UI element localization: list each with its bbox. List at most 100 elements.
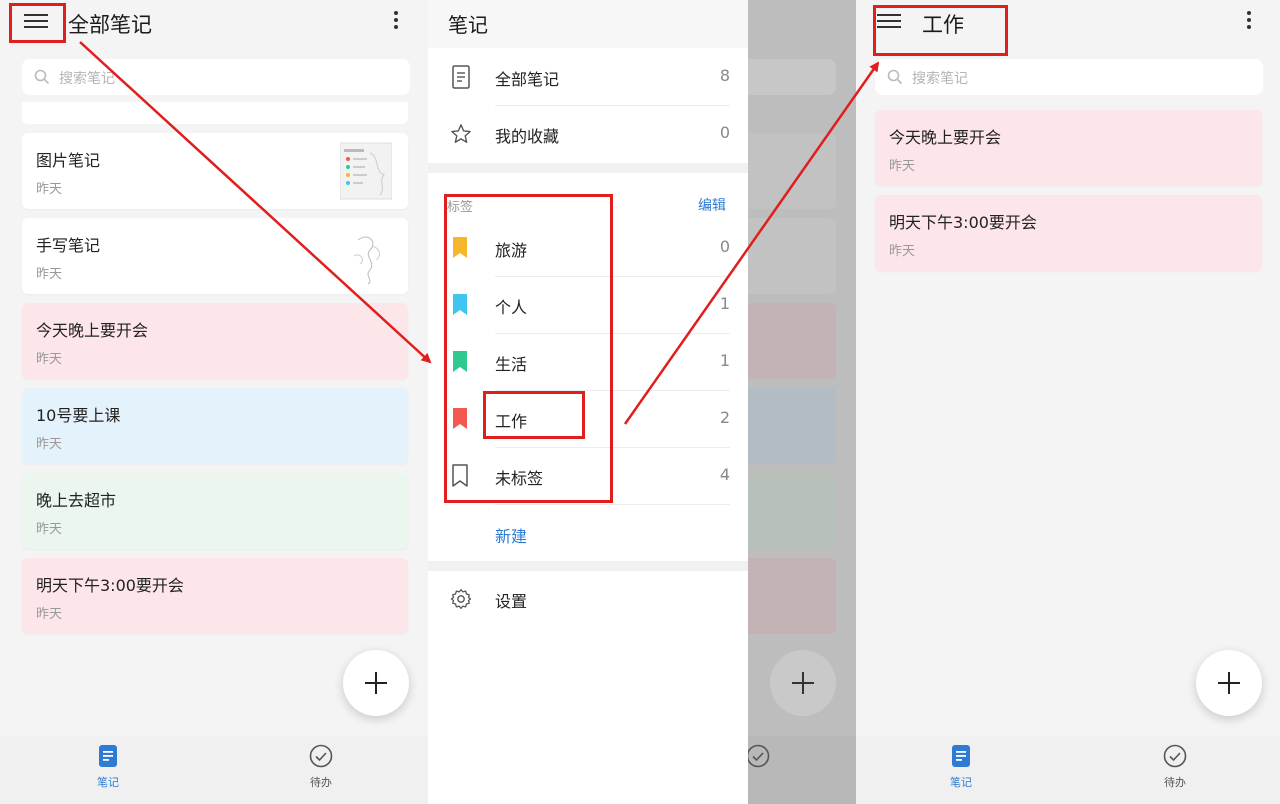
search-icon [887, 69, 903, 85]
navigation-drawer: 笔记 全部笔记 8 我的收藏 0 标签 编辑 旅游 0 个人 1 生活 1 工作… [428, 0, 748, 804]
tag-count: 0 [719, 237, 730, 256]
note-title: 今天晚上要开会 [889, 128, 1002, 147]
tab-notes[interactable]: 笔记 [78, 744, 138, 790]
search-placeholder: 搜索笔记 [59, 71, 115, 87]
tab-todo[interactable]: 待办 [291, 744, 351, 790]
tag-count: 2 [719, 408, 730, 427]
list-item[interactable]: 明天下午3:00要开会 昨天 [22, 558, 408, 634]
search-input[interactable]: 搜索笔记 [875, 59, 1263, 95]
page-title: 工作 [922, 13, 964, 37]
top-bar: 全部笔记 [0, 0, 428, 48]
image-thumbnail-icon [340, 142, 392, 200]
note-title: 10号要上课 [36, 406, 121, 425]
drawer-item-label: 全部笔记 [495, 70, 560, 89]
handwriting-thumbnail-icon [353, 236, 380, 285]
bookmark-yellow-icon [453, 237, 467, 258]
note-title: 晚上去超市 [36, 491, 117, 510]
star-icon [451, 124, 471, 143]
dimmed-background[interactable] [748, 0, 856, 804]
todo-check-icon [309, 744, 333, 768]
tab-label: 待办 [1164, 776, 1186, 789]
drawer-title: 笔记 [448, 13, 488, 37]
note-date: 昨天 [36, 437, 63, 452]
tag-count: 1 [719, 294, 730, 313]
list-item[interactable]: 今天晚上要开会 昨天 [22, 303, 408, 379]
document-icon [452, 65, 470, 89]
note-date: 昨天 [36, 522, 63, 537]
note-date: 昨天 [889, 159, 916, 174]
tag-count: 1 [719, 351, 730, 370]
search-input[interactable]: 搜索笔记 [22, 59, 410, 95]
tag-item-travel[interactable]: 旅游 0 [428, 220, 748, 277]
tag-label: 工作 [495, 412, 528, 431]
drawer-item-settings[interactable]: 设置 [428, 571, 748, 628]
note-title: 明天下午3:00要开会 [889, 213, 1037, 232]
drawer-header: 笔记 [428, 0, 748, 48]
drawer-item-label: 设置 [495, 592, 528, 611]
tags-section-label: 标签 [447, 200, 474, 215]
note-date: 昨天 [36, 352, 63, 367]
tab-todo[interactable]: 待办 [1145, 744, 1205, 790]
tag-item-work[interactable]: 工作 2 [428, 391, 748, 448]
bookmark-red-icon [453, 408, 467, 429]
tag-label: 生活 [495, 355, 528, 374]
bookmark-cyan-icon [453, 294, 467, 315]
edit-tags-link[interactable]: 编辑 [698, 195, 726, 215]
note-date: 昨天 [889, 244, 916, 259]
list-item[interactable]: 手写笔记 昨天 [22, 218, 408, 294]
todo-check-icon [1163, 744, 1187, 768]
note-date: 昨天 [36, 267, 63, 282]
more-options-icon [748, 8, 750, 34]
note-title: 明天下午3:00要开会 [36, 576, 184, 595]
tag-item-untagged[interactable]: 未标签 4 [428, 448, 748, 505]
tag-item-personal[interactable]: 个人 1 [428, 277, 748, 334]
note-icon [99, 745, 117, 767]
new-tag-button[interactable]: 新建 [495, 523, 527, 547]
drawer-item-count: 0 [719, 123, 730, 142]
divider [428, 163, 748, 173]
search-placeholder: 搜索笔记 [912, 71, 968, 87]
bottom-navigation: 笔记 待办 [0, 736, 428, 804]
divider [428, 561, 748, 571]
note-title: 手写笔记 [36, 236, 101, 255]
gear-icon [450, 589, 472, 609]
list-item[interactable]: 图片笔记 昨天 [22, 133, 408, 209]
top-bar: 工作 [856, 0, 1280, 48]
note-title: 今天晚上要开会 [36, 321, 149, 340]
drawer-item-all-notes[interactable]: 全部笔记 8 [428, 49, 748, 106]
add-note-button[interactable] [343, 650, 409, 716]
list-item[interactable]: 晚上去超市 昨天 [22, 473, 408, 549]
tag-label: 旅游 [495, 241, 528, 260]
list-item[interactable]: 明天下午3:00要开会 昨天 [875, 195, 1262, 271]
tag-label: 个人 [495, 298, 528, 317]
drawer-item-count: 8 [719, 66, 730, 85]
bottom-navigation: 笔记 待办 [856, 736, 1280, 804]
all-notes-screen: 全部笔记 搜索笔记 图片笔记 昨天 手写笔记 昨天 今天晚上要开会 昨天 10号… [0, 0, 428, 804]
more-options-icon[interactable] [1245, 8, 1253, 34]
screenshot-stage: 全部笔记 搜索笔记 图片笔记 昨天 手写笔记 昨天 今天晚上要开会 昨天 10号… [0, 0, 1280, 804]
add-note-button[interactable] [1196, 650, 1262, 716]
note-date: 昨天 [36, 607, 63, 622]
more-options-icon[interactable] [392, 8, 400, 34]
page-title: 全部笔记 [68, 13, 152, 37]
work-tag-notes-screen: 工作 搜索笔记 今天晚上要开会 昨天 明天下午3:00要开会 昨天 笔记 待办 [856, 0, 1280, 804]
navigation-drawer-screen: 笔记 全部笔记 8 我的收藏 0 标签 编辑 旅游 0 个人 1 生活 1 工作… [428, 0, 856, 804]
search-icon [34, 69, 50, 85]
menu-icon[interactable] [877, 10, 901, 32]
tab-notes[interactable]: 笔记 [931, 744, 991, 790]
note-title: 图片笔记 [36, 151, 101, 170]
bookmark-outline-icon [452, 464, 468, 487]
drawer-item-favorites[interactable]: 我的收藏 0 [428, 106, 748, 163]
note-icon [952, 745, 970, 767]
menu-icon[interactable] [24, 10, 48, 32]
list-item[interactable]: 10号要上课 昨天 [22, 388, 408, 464]
list-item[interactable]: 今天晚上要开会 昨天 [875, 110, 1262, 186]
drawer-item-label: 我的收藏 [495, 127, 560, 146]
tab-label: 待办 [310, 776, 332, 789]
tag-count: 4 [719, 465, 730, 484]
tab-label: 笔记 [950, 776, 972, 789]
tag-item-life[interactable]: 生活 1 [428, 334, 748, 391]
bookmark-green-icon [453, 351, 467, 372]
list-item-partial[interactable] [22, 102, 408, 124]
tag-label: 未标签 [495, 469, 544, 488]
